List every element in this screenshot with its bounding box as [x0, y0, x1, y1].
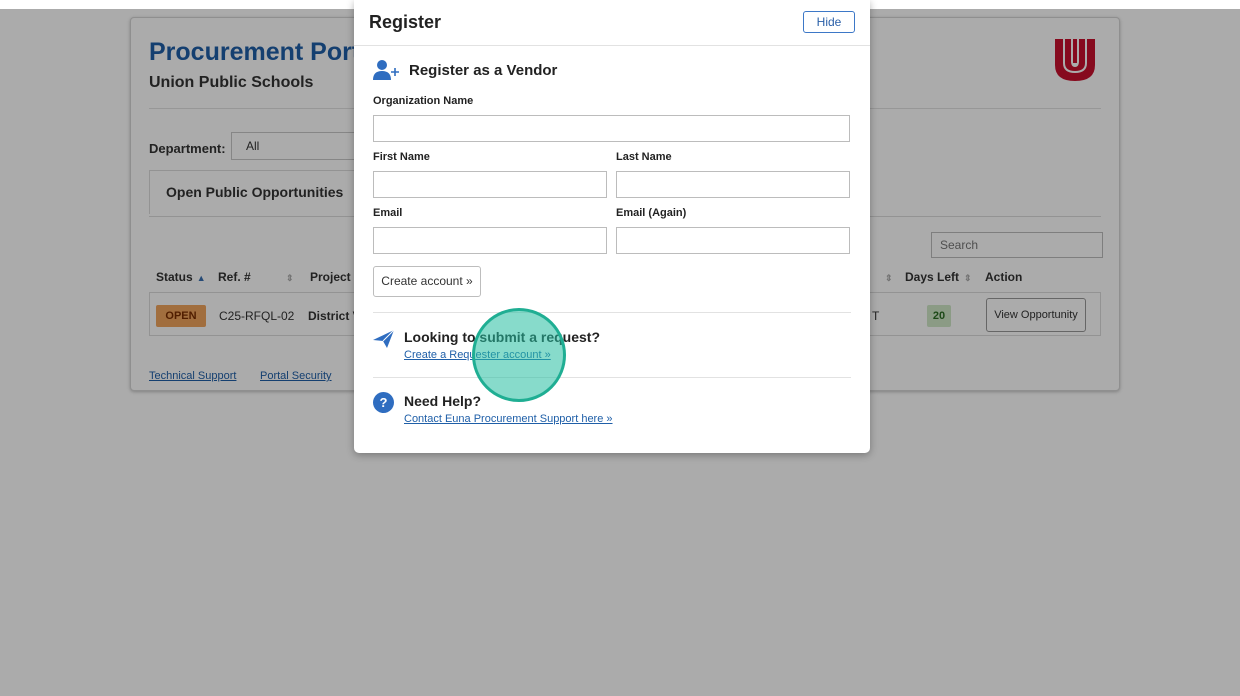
email-label: Email [373, 207, 403, 219]
register-modal: Register Hide Register as a Vendor Organ… [354, 0, 870, 453]
email-again-input[interactable] [616, 227, 850, 254]
paper-plane-icon [373, 329, 395, 348]
organization-name-input[interactable] [373, 115, 850, 142]
help-heading: Need Help? [404, 393, 482, 409]
contact-support-link[interactable]: Contact Euna Procurement Support here » [404, 413, 613, 425]
email-again-label: Email (Again) [616, 207, 687, 219]
help-icon: ? [373, 392, 394, 413]
create-account-button[interactable]: Create account » [373, 266, 481, 297]
first-name-input[interactable] [373, 171, 607, 198]
section-divider [373, 377, 851, 378]
modal-title: Register [369, 12, 442, 32]
email-input[interactable] [373, 227, 607, 254]
click-indicator [472, 308, 566, 402]
last-name-input[interactable] [616, 171, 850, 198]
modal-divider [354, 45, 870, 46]
organization-label: Organization Name [373, 95, 474, 107]
add-user-icon [373, 60, 399, 80]
first-name-label: First Name [373, 151, 430, 163]
last-name-label: Last Name [616, 151, 672, 163]
hide-button[interactable]: Hide [803, 11, 855, 33]
section-divider [373, 312, 851, 313]
vendor-heading: Register as a Vendor [409, 62, 558, 79]
